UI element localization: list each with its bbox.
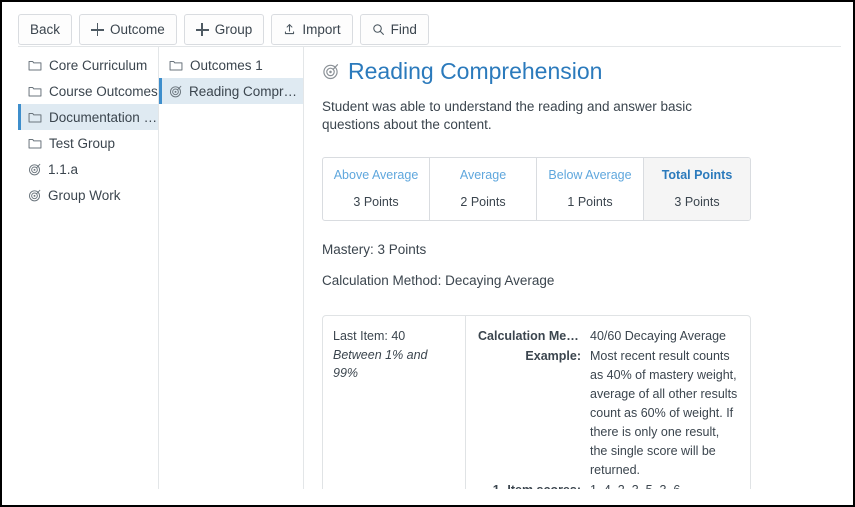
plus-icon	[91, 23, 105, 36]
list-item-label: Core Curriculum	[49, 57, 148, 73]
add-outcome-label: Outcome	[110, 22, 165, 37]
list-item[interactable]: Course Outcomes	[18, 78, 158, 104]
rating-column-below-average: Below Average 1 Points	[537, 157, 644, 220]
rating-name: Below Average	[548, 167, 632, 182]
toolbar: Back Outcome Group Import Find	[18, 14, 841, 45]
list-item-selected[interactable]: Documentation Out...	[18, 104, 158, 130]
page-title-row: Reading Comprehension	[322, 58, 825, 86]
list-item-label: Documentation Out...	[49, 109, 158, 125]
add-outcome-button[interactable]: Outcome	[79, 14, 177, 45]
list-item[interactable]: Core Curriculum	[18, 52, 158, 78]
rating-column-total-points: Total Points 3 Points	[644, 157, 750, 220]
list-item-label: Group Work	[48, 187, 121, 203]
list-item-label: Course Outcomes	[49, 83, 158, 99]
between-range-text: Between 1% and 99%	[333, 347, 428, 381]
outcome-description: Student was able to understand the readi…	[322, 98, 692, 133]
outcome-columns: Core Curriculum Course Outcomes Document…	[18, 46, 841, 489]
rating-points: 3 Points	[353, 194, 399, 209]
folder-icon	[169, 59, 183, 72]
ratings-table: Above Average 3 Points Average 2 Points …	[322, 156, 751, 221]
page-title: Reading Comprehension	[348, 58, 603, 84]
list-item[interactable]: Test Group	[18, 130, 158, 156]
folder-icon	[28, 85, 42, 98]
calc-row-item-scores: 1- Item scores: 1, 4, 2, 3, 5, 3, 6	[478, 481, 740, 489]
outcome-target-icon	[28, 163, 41, 176]
calc-row-key: Calculation Meth...	[478, 328, 589, 343]
import-button[interactable]: Import	[271, 14, 353, 45]
upload-icon	[283, 23, 296, 36]
calculation-box-left: Last Item: 40 Between 1% and 99%	[323, 315, 466, 489]
calculation-method-text: Calculation Method: Decaying Average	[322, 272, 555, 288]
calc-row-example: Example: Most recent result counts as 40…	[478, 347, 740, 480]
calculation-box-right: Calculation Meth... 40/60 Decaying Avera…	[466, 316, 750, 489]
calc-row-value: 40/60 Decaying Average	[590, 328, 726, 343]
plus-icon	[195, 23, 209, 36]
rating-points: 1 Points	[567, 194, 613, 209]
add-group-label: Group	[214, 22, 253, 37]
rating-name: Total Points	[661, 167, 733, 182]
add-group-button[interactable]: Group	[183, 14, 265, 45]
calc-row-value: 1, 4, 2, 3, 5, 3, 6	[590, 481, 740, 489]
directory-column-two: Outcomes 1 Reading Comprehen...	[159, 47, 303, 489]
rating-column-average: Average 2 Points	[430, 157, 537, 220]
list-item[interactable]: Outcomes 1	[159, 52, 303, 78]
rating-points: 2 Points	[460, 194, 506, 209]
last-item-text: Last Item: 40	[333, 328, 406, 343]
back-button[interactable]: Back	[18, 14, 73, 45]
rating-name: Above Average	[333, 167, 419, 182]
calc-row-key: Example:	[525, 348, 581, 363]
list-item-label: Test Group	[49, 135, 116, 151]
list-item-label: 1.1.a	[48, 161, 79, 177]
back-button-label: Back	[30, 22, 61, 37]
import-label: Import	[302, 22, 341, 37]
mastery-text: Mastery: 3 Points	[322, 241, 427, 257]
outcomes-page: Back Outcome Group Import Find Core Curr…	[0, 0, 855, 507]
rating-column-above-average: Above Average 3 Points	[323, 157, 430, 220]
calculation-detail-box: Last Item: 40 Between 1% and 99% Calcula…	[322, 314, 751, 489]
calc-row-key: 1- Item scores:	[478, 481, 590, 489]
directory-column-one: Core Curriculum Course Outcomes Document…	[18, 47, 158, 489]
list-item[interactable]: 1.1.a	[18, 156, 158, 182]
outcome-detail-panel: Reading Comprehension Student was able t…	[304, 47, 841, 489]
list-item-selected[interactable]: Reading Comprehen...	[159, 78, 303, 104]
search-icon	[372, 23, 385, 36]
rating-points: 3 Points	[674, 194, 720, 209]
list-item[interactable]: Group Work	[18, 182, 158, 208]
folder-icon	[28, 59, 42, 72]
list-item-label: Outcomes 1	[190, 57, 263, 73]
outcome-target-icon	[28, 189, 41, 202]
calc-row-method: Calculation Meth... 40/60 Decaying Avera…	[478, 327, 740, 346]
calc-row-value: Most recent result counts as 40% of mast…	[590, 348, 738, 477]
folder-icon	[28, 137, 42, 150]
outcome-target-icon	[169, 85, 182, 98]
outcome-target-icon	[322, 63, 339, 80]
rating-name: Average	[459, 167, 507, 182]
list-item-label: Reading Comprehen...	[189, 83, 303, 99]
folder-icon	[28, 111, 42, 124]
find-label: Find	[390, 22, 417, 37]
find-button[interactable]: Find	[359, 14, 429, 45]
